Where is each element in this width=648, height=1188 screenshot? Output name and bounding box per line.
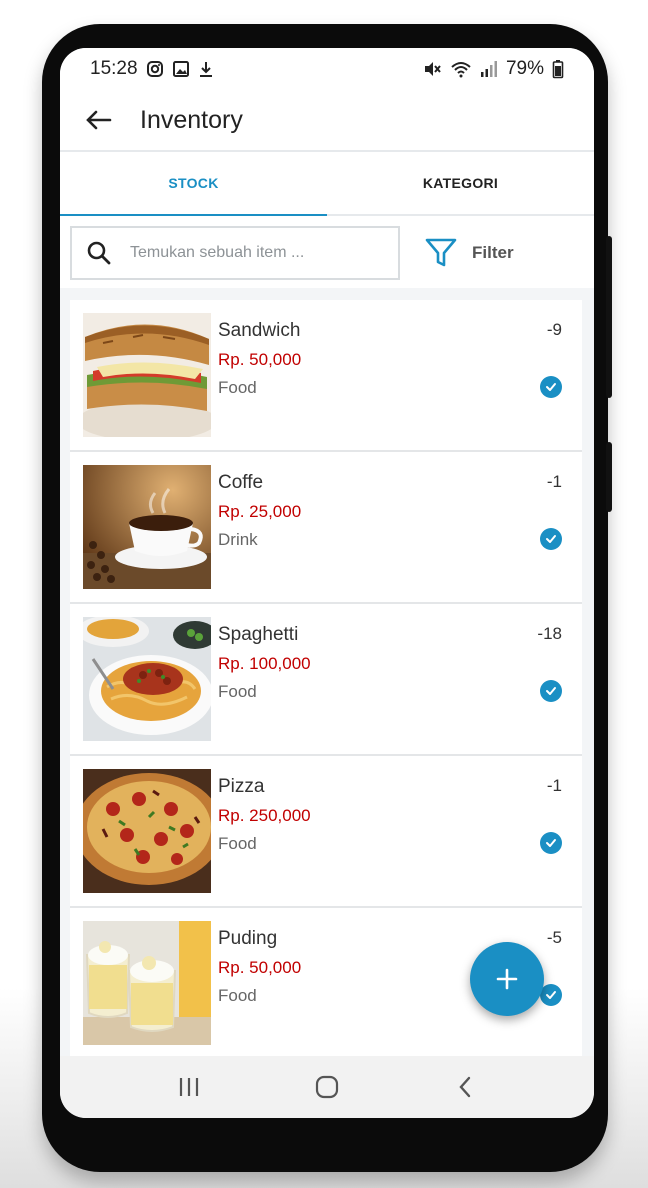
battery-icon <box>552 59 564 79</box>
item-quantity: -1 <box>546 776 562 795</box>
download-icon <box>198 60 214 78</box>
status-time: 15:28 <box>90 58 138 79</box>
funnel-icon <box>424 236 458 270</box>
wifi-icon <box>450 60 472 78</box>
add-item-button[interactable] <box>470 942 544 1016</box>
item-category: Food <box>218 834 257 853</box>
arrow-left-icon[interactable] <box>62 90 134 150</box>
search-row: Filter <box>60 216 594 288</box>
item-quantity: -5 <box>546 928 562 947</box>
list-item-sandwich[interactable]: Sandwich Rp. 50,000 Food -9 <box>70 300 582 452</box>
item-category: Food <box>218 986 257 1005</box>
status-bar: 15:28 79% <box>60 48 594 90</box>
filter-button[interactable]: Filter <box>424 226 574 280</box>
check-icon <box>540 376 562 398</box>
item-price: Rp. 25,000 <box>218 502 302 521</box>
item-price: Rp. 50,000 <box>218 350 302 369</box>
app-bar: Inventory <box>60 90 594 152</box>
volume-button <box>606 236 612 398</box>
check-icon <box>540 528 562 550</box>
recent-apps-icon[interactable] <box>159 1063 219 1111</box>
plus-icon <box>495 967 519 991</box>
item-price: Rp. 50,000 <box>218 958 302 977</box>
mute-icon <box>422 60 442 78</box>
back-icon[interactable] <box>435 1063 495 1111</box>
pudding-image <box>83 921 211 1045</box>
list-item-pizza[interactable]: Pizza Rp. 250,000 Food -1 <box>70 756 582 908</box>
search-box <box>70 226 400 280</box>
check-icon <box>540 680 562 702</box>
check-icon <box>540 984 562 1006</box>
signal-icon <box>480 60 498 78</box>
item-quantity: -9 <box>546 320 562 339</box>
item-price: Rp. 100,000 <box>218 654 311 673</box>
item-name: Pizza <box>218 776 265 797</box>
item-category: Food <box>218 682 257 701</box>
check-icon <box>540 832 562 854</box>
coffee-image <box>83 465 211 589</box>
instagram-icon <box>146 60 164 78</box>
battery-text: 79% <box>505 58 544 79</box>
search-icon <box>72 240 126 266</box>
list-item-spaghetti[interactable]: Spaghetti Rp. 100,000 Food -18 <box>70 604 582 756</box>
item-quantity: -1 <box>546 472 562 491</box>
spaghetti-image <box>83 617 211 741</box>
pizza-image <box>83 769 211 893</box>
app-screen: 15:28 79% Inventory STOCK KATEGORI Temuk… <box>60 48 594 1118</box>
item-name: Puding <box>218 928 278 949</box>
item-name: Coffe <box>218 472 264 493</box>
item-price: Rp. 250,000 <box>218 806 311 825</box>
system-nav-bar <box>60 1056 594 1118</box>
tab-stock[interactable]: STOCK <box>60 152 327 216</box>
list-item-coffe[interactable]: Coffe Rp. 25,000 Drink -1 <box>70 452 582 604</box>
sandwich-image <box>83 313 211 437</box>
item-name: Spaghetti <box>218 624 299 645</box>
tab-bar: STOCK KATEGORI <box>60 152 594 216</box>
home-icon[interactable] <box>297 1063 357 1111</box>
search-input[interactable] <box>128 243 372 263</box>
item-quantity: -18 <box>537 624 562 643</box>
item-category: Drink <box>218 530 258 549</box>
filter-label: Filter <box>472 243 514 262</box>
page-title: Inventory <box>140 105 243 134</box>
power-button <box>606 442 612 512</box>
image-icon <box>172 60 190 78</box>
tab-kategori[interactable]: KATEGORI <box>327 152 594 214</box>
item-category: Food <box>218 378 257 397</box>
item-name: Sandwich <box>218 320 301 341</box>
